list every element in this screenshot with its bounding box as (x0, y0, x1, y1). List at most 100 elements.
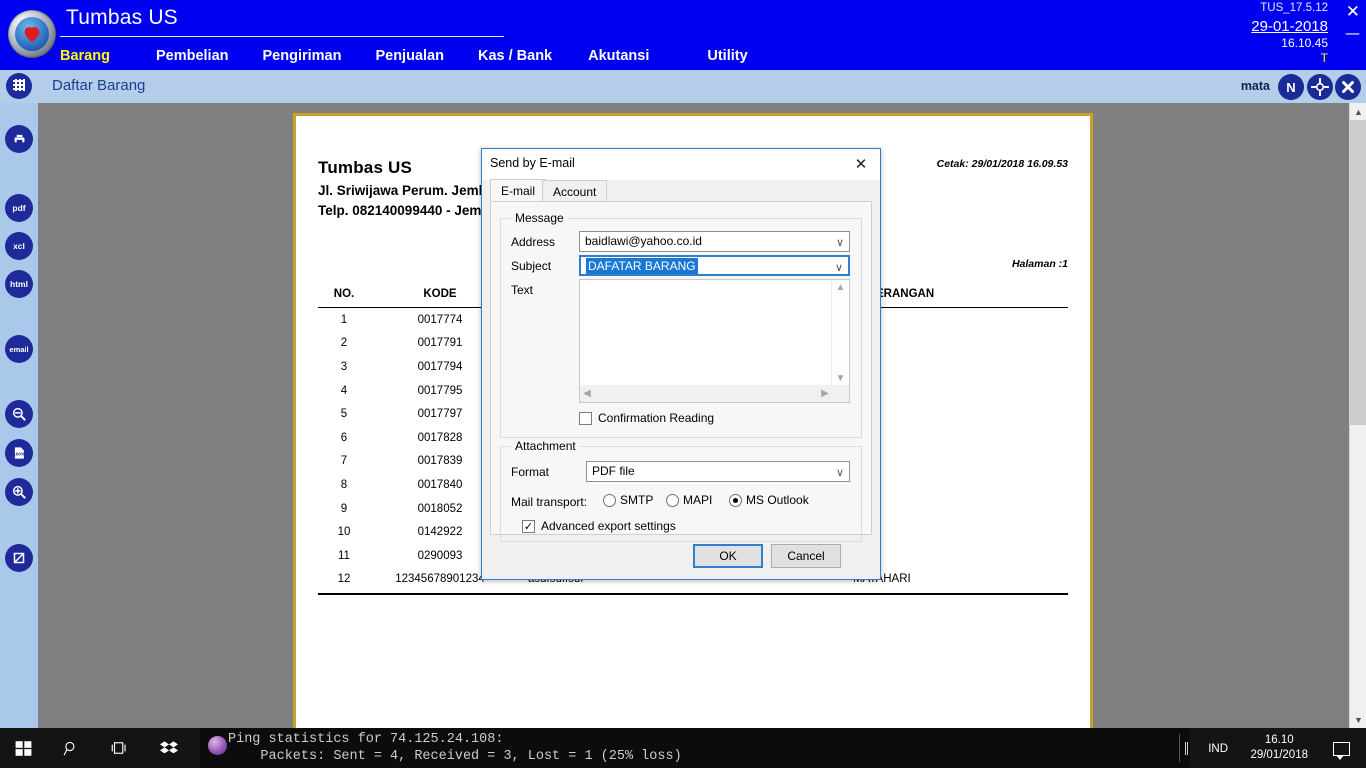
address-combobox[interactable]: baidlawi@yahoo.co.id ∨ (579, 231, 850, 252)
zoom-100-icon[interactable]: 100% (5, 439, 33, 467)
start-button[interactable] (0, 728, 46, 768)
close-preview-icon[interactable] (5, 544, 33, 572)
menu-item-utility[interactable]: Utility (707, 48, 747, 64)
subject-label: Subject (511, 259, 552, 273)
cell-keterangan (853, 355, 1068, 379)
application-title-bar: Tumbas US Barang Pembelian Pengiriman Pe… (0, 0, 1366, 70)
chevron-down-icon: ∨ (834, 262, 843, 274)
smtp-radio-button[interactable] (603, 493, 616, 507)
subject-combobox[interactable]: DAFATAR BARANG ∨ (579, 255, 850, 276)
tab-account[interactable]: Account (542, 180, 608, 202)
column-header-keterangan: KETERANGAN (853, 284, 1068, 308)
close-page-button[interactable] (1335, 74, 1361, 100)
magnifier-plus-icon (12, 485, 26, 499)
text-vertical-scrollbar[interactable]: ▲ ▼ (832, 280, 849, 385)
dropbox-button[interactable] (146, 728, 192, 768)
message-text-input[interactable] (580, 280, 832, 385)
cell-no: 1 (340, 313, 348, 326)
text-scroll-up-icon[interactable]: ▲ (832, 280, 849, 294)
magnifier-minus-icon (12, 407, 26, 421)
window-close-button[interactable]: ✕ (1346, 4, 1360, 21)
advanced-export-row[interactable]: ✓ Advanced export settings (522, 519, 676, 533)
confirmation-reading-checkbox[interactable] (579, 411, 592, 425)
zoom-out-icon[interactable] (5, 400, 33, 428)
text-scroll-right-icon[interactable]: ▶ (818, 385, 832, 402)
dialog-close-button[interactable]: ✕ (846, 152, 876, 176)
dropbox-icon (160, 741, 178, 754)
text-horizontal-scrollbar[interactable]: ◀ ▶ (580, 385, 832, 402)
menu-item-akutansi[interactable]: Akutansi (588, 48, 649, 64)
language-indicator[interactable]: IND (1208, 743, 1228, 755)
message-text-area[interactable]: ▲ ▼ ◀ ▶ (579, 279, 850, 403)
text-label: Text (511, 283, 534, 297)
cell-no: 10 (337, 526, 351, 539)
command-prompt-window[interactable]: Ping statistics for 74.125.24.108: Packe… (200, 728, 1190, 768)
email-send-icon[interactable]: email (5, 335, 33, 363)
cell-no: 12 (337, 573, 351, 586)
svg-text:100%: 100% (13, 452, 25, 457)
cell-no: 9 (340, 502, 348, 515)
task-view-button[interactable] (96, 728, 142, 768)
tab-email[interactable]: E-mail (490, 179, 547, 202)
html-export-icon[interactable]: html (5, 270, 33, 298)
scroll-up-arrow-icon[interactable]: ▲ (1350, 103, 1366, 120)
menu-item-kas-bank[interactable]: Kas / Bank (478, 48, 552, 64)
app-date-label: 29-01-2018 (1251, 18, 1328, 35)
format-value: PDF file (592, 464, 635, 478)
clock-time: 16.10 (1264, 734, 1294, 746)
printer-icon[interactable] (5, 125, 33, 153)
attachment-group: Attachment Format PDF file ∨ Mail transp… (500, 439, 862, 542)
menu-item-penjualan[interactable]: Penjualan (375, 48, 444, 64)
chevron-down-icon: ∨ (835, 237, 844, 249)
app-logo (8, 10, 56, 58)
preview-vertical-scrollbar[interactable]: ▲ ▼ (1349, 103, 1366, 728)
target-icon[interactable] (1307, 74, 1333, 100)
cell-no: 2 (340, 337, 348, 350)
confirmation-reading-label: Confirmation Reading (598, 411, 715, 425)
pdf-export-icon[interactable]: pdf (5, 194, 33, 222)
cell-keterangan (853, 497, 1068, 521)
window-minimize-button[interactable]: — (1345, 26, 1360, 41)
cell-no: 8 (340, 478, 348, 491)
table-bottom-rule (318, 593, 1068, 595)
cancel-button[interactable]: Cancel (771, 544, 841, 568)
windows-taskbar: Ping statistics for 74.125.24.108: Packe… (0, 728, 1366, 768)
cell-keterangan (853, 544, 1068, 568)
cell-keterangan (853, 402, 1068, 426)
radio-ms-outlook[interactable]: MS Outlook (729, 493, 809, 507)
advanced-export-checkbox[interactable]: ✓ (522, 519, 535, 533)
ok-button[interactable]: OK (693, 544, 763, 568)
format-combobox[interactable]: PDF file ∨ (586, 461, 850, 482)
tray-handle-icon (1185, 742, 1188, 755)
text-scroll-down-icon[interactable]: ▼ (832, 371, 849, 385)
excel-export-icon[interactable]: xcl (5, 232, 33, 260)
search-icon (63, 741, 75, 756)
search-button[interactable] (48, 728, 94, 768)
page-header-bar: Daftar Barang mata N (0, 70, 1366, 103)
grid-menu-icon[interactable] (6, 73, 32, 99)
ms-outlook-radio-button[interactable] (729, 493, 742, 507)
radio-smtp[interactable]: SMTP (603, 493, 653, 507)
tray-divider (1179, 734, 1180, 762)
confirmation-reading-row[interactable]: Confirmation Reading (579, 411, 714, 425)
notification-button[interactable]: N (1278, 74, 1304, 100)
mapi-radio-button[interactable] (666, 493, 679, 507)
taskbar-clock[interactable]: 16.10 29/01/2018 (1250, 733, 1308, 763)
menu-item-pengiriman[interactable]: Pengiriman (263, 48, 342, 64)
scrollbar-thumb[interactable] (1350, 120, 1366, 425)
action-center-icon[interactable] (1333, 742, 1350, 760)
mapi-label: MAPI (683, 493, 713, 507)
attachment-group-label: Attachment (511, 439, 580, 453)
scroll-down-arrow-icon[interactable]: ▼ (1350, 711, 1366, 728)
cell-keterangan (853, 308, 1068, 332)
menu-item-barang[interactable]: Barang (60, 48, 110, 64)
cell-keterangan (853, 332, 1068, 356)
task-view-icon (111, 742, 126, 754)
clock-date: 29/01/2018 (1250, 749, 1308, 761)
zoom-in-icon[interactable] (5, 478, 33, 506)
menu-item-pembelian[interactable]: Pembelian (156, 48, 229, 64)
heart-icon (24, 27, 40, 42)
address-value: baidlawi@yahoo.co.id (585, 234, 702, 248)
text-scroll-left-icon[interactable]: ◀ (580, 385, 594, 402)
radio-mapi[interactable]: MAPI (666, 493, 712, 507)
